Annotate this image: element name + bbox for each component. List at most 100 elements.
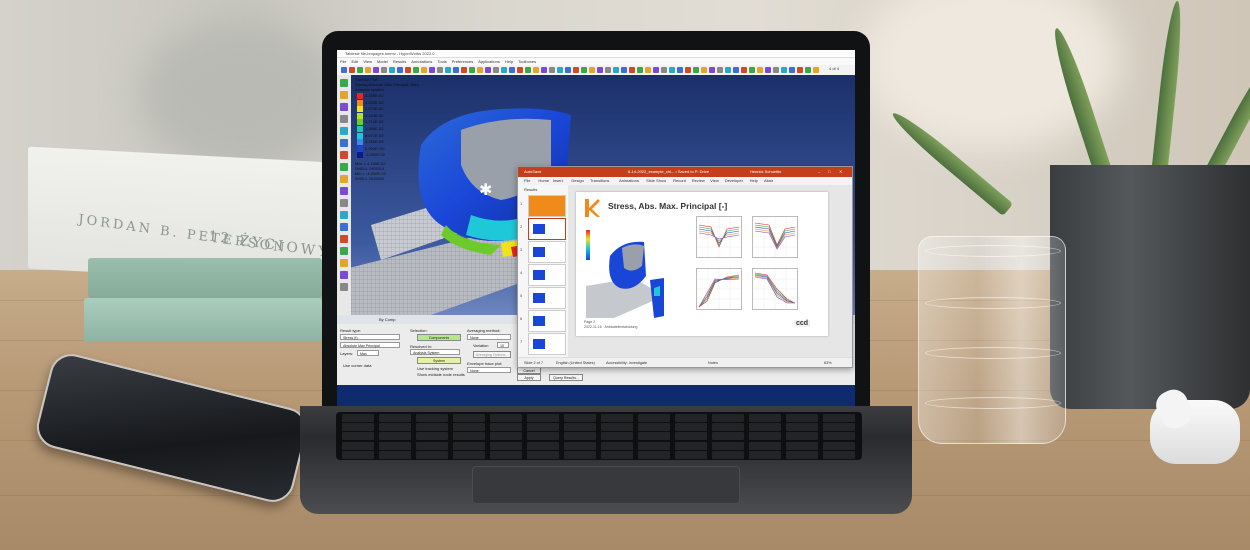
query-results-button[interactable]: Query Results... <box>549 374 583 381</box>
averaging-options-button[interactable]: Averaging Options... <box>473 351 511 358</box>
toolbar-tool-icon[interactable] <box>677 67 683 73</box>
hyperview-menu-item[interactable]: Applications <box>478 59 500 64</box>
slide-thumbnail[interactable] <box>528 287 566 309</box>
by-comp-label[interactable]: By Comp <box>379 317 395 322</box>
toolbar-tool-icon[interactable] <box>661 67 667 73</box>
result-type-select[interactable]: Stress (t) <box>340 334 400 340</box>
toolbar-tool-icon[interactable] <box>477 67 483 73</box>
side-tool-icon[interactable] <box>340 235 348 243</box>
toolbar-tool-icon[interactable] <box>581 67 587 73</box>
variation-input[interactable]: 10 <box>497 342 509 348</box>
toolbar-tool-icon[interactable] <box>469 67 475 73</box>
powerpoint-window[interactable]: AutoSave 6-14-2022_example_chi... • Save… <box>517 166 853 368</box>
toolbar-tool-icon[interactable] <box>805 67 811 73</box>
ppt-ribbon-tab[interactable]: Developer <box>725 177 743 185</box>
toolbar-tool-icon[interactable] <box>485 67 491 73</box>
toolbar-tool-icon[interactable] <box>709 67 715 73</box>
hyperview-menu-item[interactable]: Results <box>393 59 406 64</box>
ppt-ribbon-tab[interactable]: Insert <box>553 177 563 185</box>
hyperview-menu-item[interactable]: Annotations <box>411 59 432 64</box>
toolbar-tool-icon[interactable] <box>357 67 363 73</box>
toolbar-tool-icon[interactable] <box>597 67 603 73</box>
hyperview-menu-item[interactable]: Toolboxes <box>518 59 536 64</box>
cancel-button[interactable]: Cancel <box>517 367 541 374</box>
side-tool-icon[interactable] <box>340 175 348 183</box>
ppt-close-icon[interactable]: ✕ <box>839 167 842 177</box>
hyperview-menu-item[interactable]: Help <box>505 59 513 64</box>
toolbar-tool-icon[interactable] <box>653 67 659 73</box>
toolbar-tool-icon[interactable] <box>717 67 723 73</box>
result-subtype-select[interactable]: Absolute Max Principal <box>340 342 400 348</box>
ppt-ribbon-tab[interactable]: Design <box>571 177 583 185</box>
components-button[interactable]: Components <box>417 334 461 341</box>
toolbar-tool-icon[interactable] <box>405 67 411 73</box>
side-tool-icon[interactable] <box>340 163 348 171</box>
side-tool-icon[interactable] <box>340 91 348 99</box>
slide-thumbnail[interactable] <box>528 333 566 355</box>
side-tool-icon[interactable] <box>340 115 348 123</box>
toolbar-tool-icon[interactable] <box>573 67 579 73</box>
toolbar-tool-icon[interactable] <box>421 67 427 73</box>
resolved-in-select[interactable]: Analysis System <box>410 349 460 355</box>
toolbar-tool-icon[interactable] <box>341 67 347 73</box>
hyperview-menu-item[interactable]: Tools <box>437 59 446 64</box>
ppt-maximize-icon[interactable]: □ <box>828 167 830 177</box>
toolbar-tool-icon[interactable] <box>629 67 635 73</box>
toolbar-tool-icon[interactable] <box>797 67 803 73</box>
toolbar-tool-icon[interactable] <box>765 67 771 73</box>
ppt-current-slide[interactable]: Stress, Abs. Max. Principal [-] Page 2 2… <box>576 192 828 336</box>
status-zoom[interactable]: 63% <box>824 358 832 367</box>
system-button[interactable]: System <box>417 357 461 364</box>
hyperview-menu-item[interactable]: Model <box>377 59 388 64</box>
ppt-ribbon-tab[interactable]: Slide Show <box>646 177 666 185</box>
ppt-ribbon-tab[interactable]: View <box>710 177 719 185</box>
averaging-select[interactable]: None <box>467 334 511 340</box>
apply-button[interactable]: Apply <box>517 374 541 381</box>
toolbar-tool-icon[interactable] <box>461 67 467 73</box>
show-midside-checkbox[interactable]: Show midside node results <box>417 372 465 377</box>
toolbar-tool-icon[interactable] <box>741 67 747 73</box>
hyperview-menu-item[interactable]: Preferences <box>452 59 474 64</box>
toolbar-tool-icon[interactable] <box>589 67 595 73</box>
toolbar-tool-icon[interactable] <box>413 67 419 73</box>
toolbar-tool-icon[interactable] <box>389 67 395 73</box>
toolbar-tool-icon[interactable] <box>757 67 763 73</box>
status-accessibility[interactable]: Accessibility: Investigate <box>606 358 647 367</box>
hyperview-menu-item[interactable]: File <box>340 59 346 64</box>
toolbar-tool-icon[interactable] <box>693 67 699 73</box>
side-tool-icon[interactable] <box>340 79 348 87</box>
toolbar-tool-icon[interactable] <box>789 67 795 73</box>
side-tool-icon[interactable] <box>340 247 348 255</box>
toolbar-tool-icon[interactable] <box>501 67 507 73</box>
slide-thumbnail[interactable] <box>528 241 566 263</box>
side-tool-icon[interactable] <box>340 211 348 219</box>
toolbar-tool-icon[interactable] <box>749 67 755 73</box>
status-language[interactable]: English (United States) <box>556 358 595 367</box>
use-tracking-checkbox[interactable]: Use tracking system <box>417 366 453 371</box>
hyperview-menu-item[interactable]: Edit <box>351 59 358 64</box>
toolbar-tool-icon[interactable] <box>701 67 707 73</box>
side-tool-icon[interactable] <box>340 139 348 147</box>
toolbar-tool-icon[interactable] <box>429 67 435 73</box>
status-notes[interactable]: Notes <box>708 358 718 367</box>
toolbar-tool-icon[interactable] <box>637 67 643 73</box>
ppt-ribbon-tab[interactable]: Help <box>750 177 758 185</box>
side-tool-icon[interactable] <box>340 199 348 207</box>
toolbar-tool-icon[interactable] <box>397 67 403 73</box>
toolbar-tool-icon[interactable] <box>437 67 443 73</box>
envelope-select[interactable]: None <box>467 367 511 373</box>
toolbar-tool-icon[interactable] <box>669 67 675 73</box>
toolbar-tool-icon[interactable] <box>565 67 571 73</box>
toolbar-tool-icon[interactable] <box>733 67 739 73</box>
side-tool-icon[interactable] <box>340 271 348 279</box>
ppt-ribbon-tab[interactable]: Record <box>673 177 686 185</box>
toolbar-tool-icon[interactable] <box>685 67 691 73</box>
ppt-ribbon-tab[interactable]: Transitions <box>590 177 609 185</box>
toolbar-tool-icon[interactable] <box>645 67 651 73</box>
side-tool-icon[interactable] <box>340 259 348 267</box>
layers-select[interactable]: Max <box>357 350 379 356</box>
slide-thumbnail[interactable] <box>528 218 566 240</box>
toolbar-tool-icon[interactable] <box>725 67 731 73</box>
side-tool-icon[interactable] <box>340 223 348 231</box>
toolbar-tool-icon[interactable] <box>533 67 539 73</box>
